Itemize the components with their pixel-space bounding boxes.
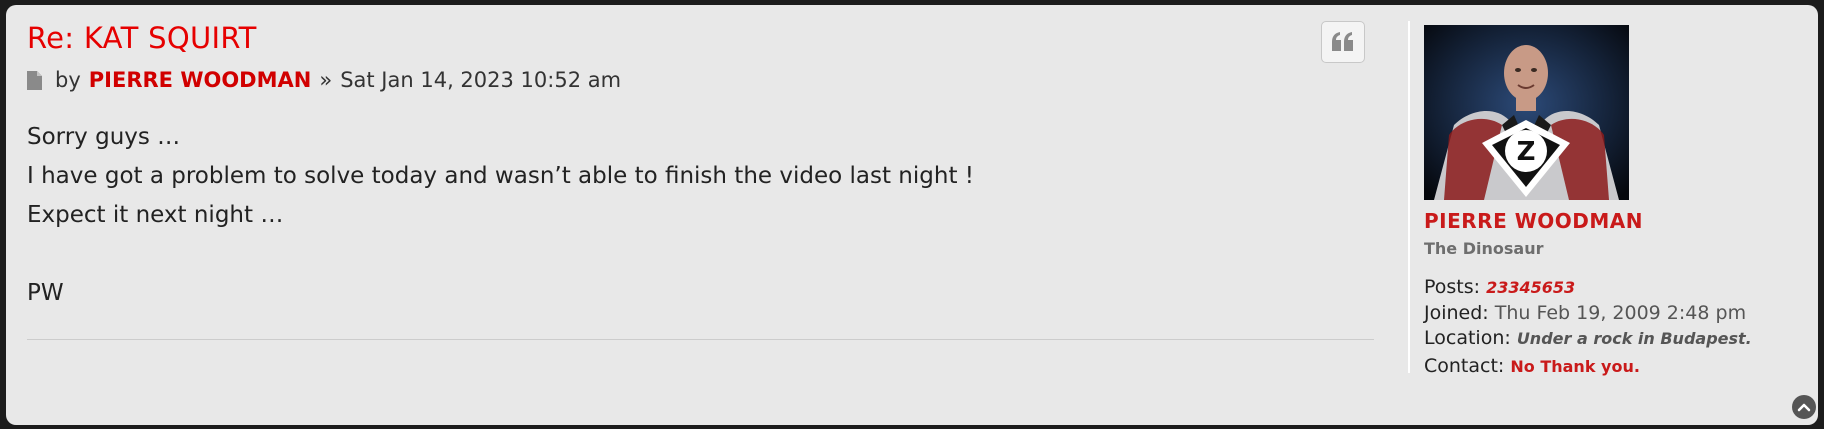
- content-line: PW: [27, 280, 64, 306]
- post-container: Re: KAT SQUIRT by PIERRE WOODMAN » Sat J…: [6, 5, 1818, 425]
- document-icon[interactable]: [27, 70, 42, 90]
- avatar[interactable]: Z: [1424, 25, 1629, 200]
- post-divider: [27, 339, 1374, 340]
- post-meta: by PIERRE WOODMAN » Sat Jan 14, 2023 10:…: [27, 68, 621, 92]
- joined-label: Joined:: [1424, 302, 1489, 324]
- posts-label: Posts:: [1424, 276, 1481, 298]
- profile-posts: Posts: 23345653: [1424, 276, 1575, 298]
- post-date: Sat Jan 14, 2023 10:52 am: [340, 68, 622, 92]
- post-title[interactable]: Re: KAT SQUIRT: [27, 21, 257, 55]
- content-line: Expect it next night …: [27, 202, 284, 228]
- by-label: by: [55, 68, 81, 92]
- posts-count-link[interactable]: 23345653: [1486, 278, 1575, 297]
- post-content: Sorry guys … I have got a problem to sol…: [27, 118, 974, 313]
- quote-button[interactable]: [1321, 21, 1365, 63]
- meta-separator: »: [319, 68, 333, 92]
- chevron-up-icon: [1797, 403, 1811, 412]
- profile-contact: Contact: No Thank you.: [1424, 355, 1640, 377]
- content-line: [27, 235, 974, 274]
- profile-location: Location: Under a rock in Budapest.: [1424, 327, 1752, 349]
- location-value: Under a rock in Budapest.: [1516, 329, 1752, 348]
- contact-value: No Thank you.: [1510, 357, 1640, 376]
- location-label: Location:: [1424, 327, 1511, 349]
- profile-username-link[interactable]: PIERRE WOODMAN: [1424, 209, 1643, 233]
- profile-rank: The Dinosaur: [1424, 239, 1544, 258]
- content-line: Sorry guys …: [27, 124, 181, 150]
- post-profile: Z PIERRE WOODMAN The Dinosaur Posts: 233…: [1408, 21, 1810, 377]
- contact-label: Contact:: [1424, 355, 1505, 377]
- avatar-image: Z: [1424, 25, 1629, 200]
- back-to-top-button[interactable]: [1792, 395, 1816, 419]
- profile-joined: Joined: Thu Feb 19, 2009 2:48 pm: [1424, 302, 1746, 324]
- content-line: I have got a problem to solve today and …: [27, 163, 974, 189]
- post-author-link[interactable]: PIERRE WOODMAN: [89, 68, 312, 92]
- joined-value: Thu Feb 19, 2009 2:48 pm: [1494, 302, 1747, 324]
- quote-icon: [1332, 32, 1353, 51]
- svg-text:Z: Z: [1517, 137, 1536, 167]
